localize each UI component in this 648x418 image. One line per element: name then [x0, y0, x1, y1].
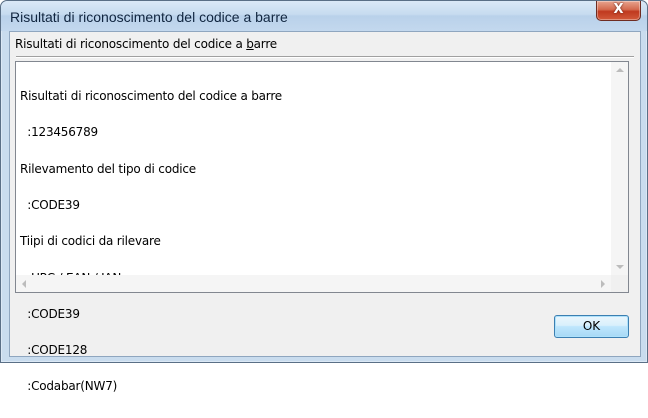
horizontal-scrollbar[interactable] [16, 275, 611, 292]
close-button[interactable]: X [596, 1, 641, 21]
result-line: :CODE128 [20, 343, 88, 358]
label-mnemonic: b [246, 37, 254, 51]
result-line: Risultati di riconoscimento del codice a… [20, 89, 282, 104]
scroll-up-arrow-icon[interactable] [616, 68, 624, 72]
group-separator [16, 56, 634, 58]
label-text-before: Risultati di riconoscimento del codice a [15, 37, 247, 51]
close-icon: X [613, 2, 624, 17]
dialog-window: Risultati di riconoscimento del codice a… [0, 0, 648, 393]
scrollbar-corner [611, 275, 628, 292]
result-line: :CODE39 [20, 198, 80, 213]
results-textarea[interactable]: Risultati di riconoscimento del codice a… [15, 61, 629, 393]
vertical-scrollbar[interactable] [611, 62, 628, 275]
scroll-right-arrow-icon[interactable] [601, 280, 605, 288]
results-group-label: Risultati di riconoscimento del codice a… [15, 37, 277, 51]
results-text: Risultati di riconoscimento del codice a… [20, 66, 282, 417]
result-line: Tiipi di codici da rilevare [20, 234, 161, 249]
title-bar[interactable]: Risultati di riconoscimento del codice a… [1, 1, 647, 31]
result-line: Rilevamento del tipo di codice [20, 161, 196, 176]
scroll-left-arrow-icon[interactable] [22, 280, 26, 288]
scroll-down-arrow-icon[interactable] [616, 265, 624, 269]
ok-button[interactable]: OK [554, 315, 629, 338]
window-title: Risultati di riconoscimento del codice a… [10, 9, 288, 25]
result-line: :Codabar(NW7) [20, 379, 118, 394]
label-text-after: arre [253, 37, 278, 51]
result-line: :123456789 [20, 125, 98, 140]
result-line: :CODE39 [20, 306, 80, 321]
